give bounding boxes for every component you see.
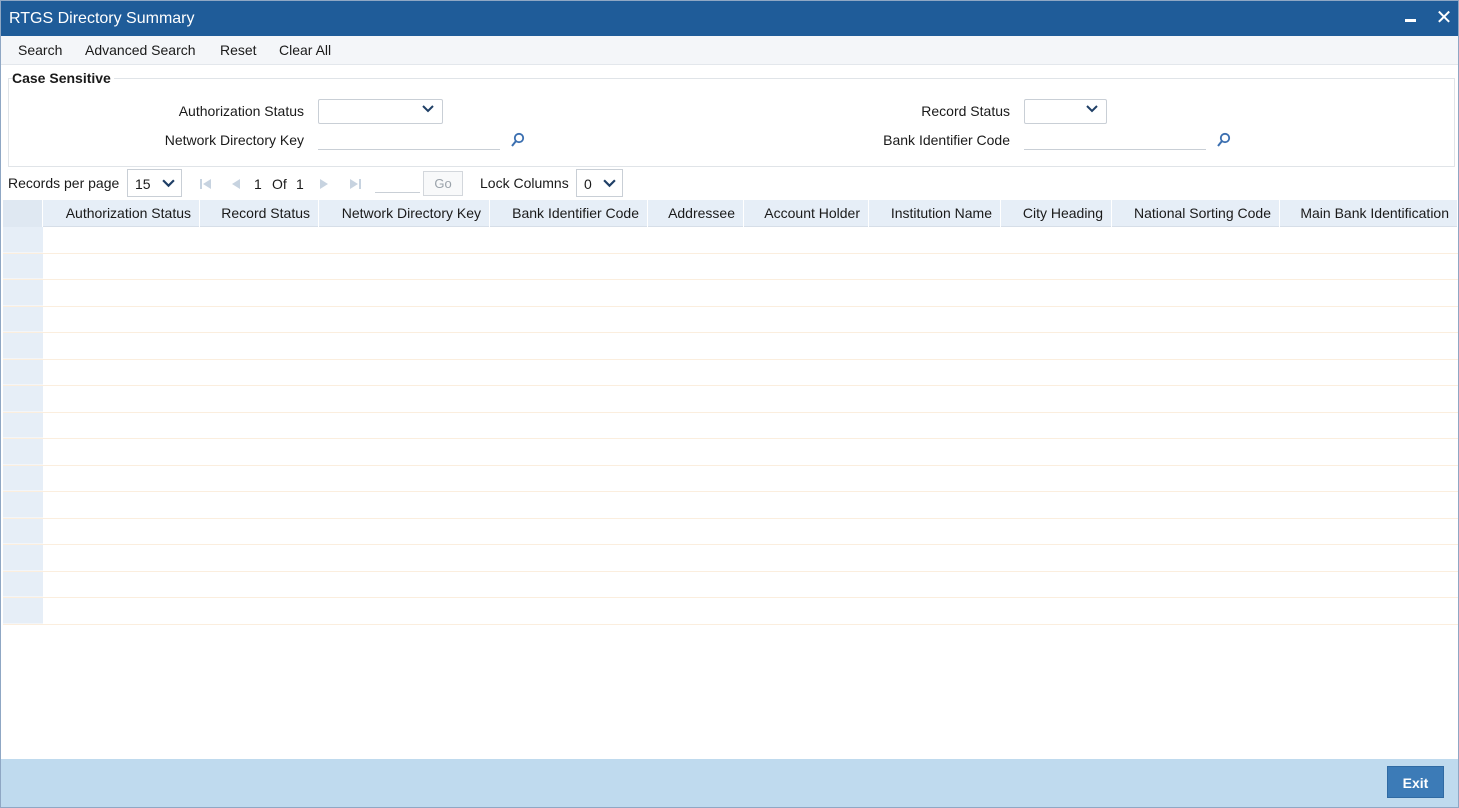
row-selector[interactable] xyxy=(3,545,43,571)
minimize-icon[interactable] xyxy=(1400,7,1422,29)
row-selector[interactable] xyxy=(3,306,43,332)
table-row[interactable] xyxy=(3,253,1458,280)
table-row[interactable] xyxy=(3,359,1458,386)
row-selector[interactable] xyxy=(3,465,43,491)
search-button[interactable]: Search xyxy=(18,42,62,58)
table-row[interactable] xyxy=(3,492,1458,519)
current-page: 1 xyxy=(254,176,262,192)
column-header-record-status[interactable]: Record Status xyxy=(200,200,319,227)
of-label: Of xyxy=(272,176,287,192)
lock-columns-value: 0 xyxy=(584,176,592,192)
select-all-column[interactable] xyxy=(3,200,43,227)
row-selector[interactable] xyxy=(3,253,43,279)
table-row[interactable] xyxy=(3,306,1458,333)
column-header-institution-name[interactable]: Institution Name xyxy=(869,200,1001,227)
column-header-network-directory-key[interactable]: Network Directory Key xyxy=(319,200,490,227)
row-selector[interactable] xyxy=(3,492,43,518)
lock-columns-label: Lock Columns xyxy=(480,175,569,191)
table-row[interactable] xyxy=(3,545,1458,572)
chevron-down-icon xyxy=(162,179,175,188)
window-title: RTGS Directory Summary xyxy=(9,10,195,27)
column-header-account-holder[interactable]: Account Holder xyxy=(744,200,869,227)
authorization-status-label: Authorization Status xyxy=(178,103,304,119)
row-selector[interactable] xyxy=(3,227,43,253)
row-selector[interactable] xyxy=(3,359,43,385)
records-per-page-value: 15 xyxy=(135,176,151,192)
grid-header: Authorization Status Record Status Netwo… xyxy=(3,200,1458,227)
column-header-city-heading[interactable]: City Heading xyxy=(1001,200,1112,227)
column-header-main-bank-identification[interactable]: Main Bank Identification xyxy=(1280,200,1458,227)
row-selector[interactable] xyxy=(3,333,43,359)
column-header-national-sorting-code[interactable]: National Sorting Code xyxy=(1112,200,1280,227)
bank-identifier-code-input[interactable] xyxy=(1024,128,1206,150)
record-status-select[interactable] xyxy=(1024,99,1107,124)
footer-bar: Exit xyxy=(1,759,1458,807)
row-selector[interactable] xyxy=(3,412,43,438)
chevron-down-icon xyxy=(1086,105,1098,113)
bank-identifier-code-label: Bank Identifier Code xyxy=(883,132,1010,148)
row-selector[interactable] xyxy=(3,280,43,306)
first-page-icon[interactable] xyxy=(199,177,213,191)
row-selector[interactable] xyxy=(3,439,43,465)
go-to-page-input[interactable] xyxy=(375,173,420,193)
row-selector[interactable] xyxy=(3,571,43,597)
column-header-authorization-status[interactable]: Authorization Status xyxy=(43,200,200,227)
search-lookup-icon[interactable] xyxy=(510,132,526,148)
last-page-icon[interactable] xyxy=(348,177,362,191)
clear-all-button[interactable]: Clear All xyxy=(279,42,331,58)
table-row[interactable] xyxy=(3,386,1458,413)
reset-button[interactable]: Reset xyxy=(220,42,257,58)
table-row[interactable] xyxy=(3,280,1458,307)
previous-page-icon[interactable] xyxy=(229,177,243,191)
row-selector[interactable] xyxy=(3,386,43,412)
row-selector[interactable] xyxy=(3,518,43,544)
table-row[interactable] xyxy=(3,465,1458,492)
pagination-bar: Records per page 15 1 Of 1 Go Lock Colum… xyxy=(1,169,1458,199)
table-row[interactable] xyxy=(3,571,1458,598)
search-criteria-panel xyxy=(8,78,1455,167)
advanced-search-button[interactable]: Advanced Search xyxy=(85,42,196,58)
table-row[interactable] xyxy=(3,518,1458,545)
results-grid: Authorization Status Record Status Netwo… xyxy=(3,200,1458,625)
record-status-label: Record Status xyxy=(921,103,1010,119)
row-selector[interactable] xyxy=(3,598,43,624)
network-directory-key-label: Network Directory Key xyxy=(164,132,304,148)
exit-button[interactable]: Exit xyxy=(1387,766,1444,798)
records-per-page-label: Records per page xyxy=(8,175,120,191)
next-page-icon[interactable] xyxy=(317,177,331,191)
column-header-addressee[interactable]: Addressee xyxy=(648,200,744,227)
rtgs-directory-summary-window: RTGS Directory Summary ✕ Search Advanced… xyxy=(0,0,1459,808)
title-bar: RTGS Directory Summary ✕ xyxy=(1,1,1458,36)
chevron-down-icon xyxy=(422,105,434,113)
table-row[interactable] xyxy=(3,227,1458,254)
toolbar-menu: Search Advanced Search Reset Clear All xyxy=(1,36,1458,65)
network-directory-key-input[interactable] xyxy=(318,128,500,150)
close-icon[interactable]: ✕ xyxy=(1433,7,1455,29)
table-row[interactable] xyxy=(3,412,1458,439)
table-row[interactable] xyxy=(3,439,1458,466)
table-row[interactable] xyxy=(3,333,1458,360)
records-per-page-select[interactable]: 15 xyxy=(127,169,182,197)
case-sensitive-legend: Case Sensitive xyxy=(12,70,114,86)
column-header-bank-identifier-code[interactable]: Bank Identifier Code xyxy=(490,200,648,227)
chevron-down-icon xyxy=(603,179,616,188)
search-lookup-icon[interactable] xyxy=(1216,132,1232,148)
authorization-status-select[interactable] xyxy=(318,99,443,124)
lock-columns-select[interactable]: 0 xyxy=(576,169,623,197)
go-button[interactable]: Go xyxy=(423,171,463,196)
table-row[interactable] xyxy=(3,598,1458,625)
total-pages: 1 xyxy=(296,176,304,192)
